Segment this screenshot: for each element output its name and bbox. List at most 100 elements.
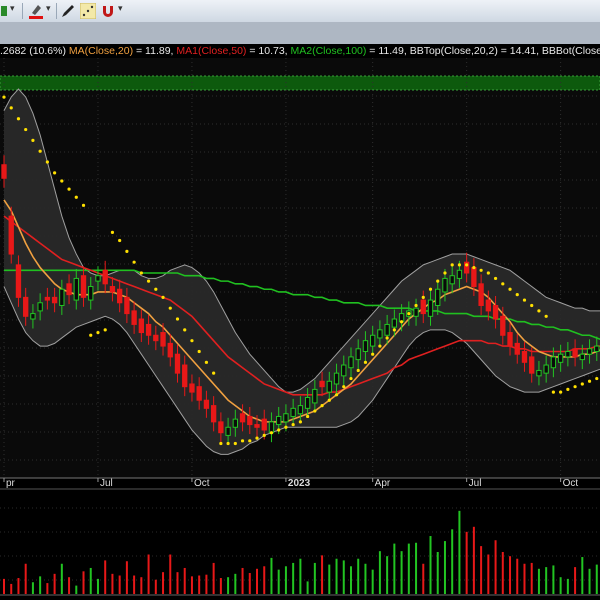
candle-down (44, 296, 51, 301)
candle-down (51, 296, 58, 304)
candle-up (362, 340, 369, 352)
volume-bar-down (169, 554, 172, 594)
candle-up (232, 418, 238, 428)
candle-down (167, 342, 173, 358)
candle-up (449, 275, 455, 285)
candle-down (196, 386, 202, 401)
volume-bar-down (205, 574, 208, 594)
volume-bar-up (299, 558, 302, 594)
volume-bar-up (458, 510, 461, 594)
candle-up (543, 364, 549, 374)
candle-down (174, 353, 181, 374)
candle-down (319, 380, 325, 388)
price-chart[interactable]: pr Jul Oct 2023 Apr Jul Oct (0, 0, 600, 600)
candle-up (557, 353, 564, 363)
sar-dot (16, 117, 21, 121)
candle-down (521, 350, 528, 363)
candle-up (304, 397, 311, 409)
x-tick-label: Apr (375, 478, 391, 489)
volume-bar-up (407, 543, 410, 594)
volume-bar-down (487, 554, 490, 594)
volume-bar-down (530, 562, 533, 594)
sar-dot (139, 271, 143, 275)
candle-up (384, 323, 390, 336)
sar-dot (31, 138, 35, 142)
candle-down (160, 332, 166, 347)
volume-bar-up (75, 585, 78, 594)
sar-dot (38, 149, 42, 153)
candle-up (413, 307, 419, 317)
sar-dot (89, 333, 93, 337)
volume-bar-down (523, 563, 526, 594)
volume-bar-up (364, 563, 367, 594)
candle-down (203, 399, 210, 409)
volume-bar-down (256, 568, 259, 594)
sar-dot (479, 268, 483, 272)
candle-up (377, 329, 383, 339)
sar-dot (508, 287, 512, 291)
sar-dot (291, 422, 295, 427)
candle-down (247, 415, 253, 426)
volume-bar-down (183, 567, 186, 594)
volume-bar-down (241, 567, 244, 594)
x-tick-label: pr (6, 478, 16, 489)
candle-up (333, 372, 340, 385)
candle-up (427, 299, 434, 317)
volume-bar-down (422, 563, 425, 594)
sar-dot (443, 271, 447, 275)
candle-up (290, 407, 296, 417)
candle-up (370, 334, 376, 347)
candle-up (326, 380, 332, 393)
volume-bar-down (465, 531, 468, 594)
x-tick-label: Oct (194, 478, 210, 489)
volume-bar-up (60, 563, 63, 594)
sar-dot (537, 309, 541, 313)
candle-down (145, 323, 152, 336)
candle-down (210, 405, 217, 423)
sar-dot (407, 312, 411, 316)
sar-dot (45, 160, 49, 164)
sar-dot (132, 260, 136, 264)
sar-dot (320, 404, 324, 408)
volume-bar-up (89, 567, 92, 594)
sar-dot (436, 279, 440, 283)
candle-up (283, 413, 289, 423)
candle-down (182, 364, 188, 388)
volume-bar-down (472, 526, 475, 594)
sar-dot (277, 428, 281, 432)
candle-up (456, 269, 463, 279)
sar-dot (363, 360, 368, 364)
sar-dot (313, 409, 317, 413)
volume-bar-down (509, 556, 512, 594)
volume-bar-down (321, 555, 324, 594)
candle-up (579, 353, 585, 361)
volume-bar-up (313, 562, 316, 594)
candle-up (225, 426, 231, 436)
candle-down (23, 296, 29, 317)
volume-bar-up (595, 564, 598, 594)
volume-bar-down (104, 560, 107, 594)
volume-bar-down (3, 578, 5, 594)
volume-bar-down (494, 540, 497, 594)
volume-bar-up (270, 557, 273, 594)
candle-down (116, 288, 123, 304)
volume-bar-up (415, 542, 418, 594)
candle-down (218, 421, 224, 434)
volume-bar-down (162, 572, 165, 594)
sar-dot (168, 306, 172, 310)
sar-dot (566, 387, 570, 391)
sar-dot (559, 390, 563, 394)
volume-bar-down (198, 575, 201, 594)
volume-bar-down (219, 578, 222, 594)
sar-dot (544, 314, 548, 318)
volume-bar-up (349, 566, 352, 594)
sar-dot (530, 303, 534, 308)
candle-up (391, 318, 398, 328)
sar-dot (233, 441, 237, 446)
candle-down (514, 342, 520, 355)
sar-dot (522, 298, 527, 302)
sar-dot (465, 263, 469, 267)
volume-bar-down (133, 575, 136, 594)
volume-bar-up (306, 581, 309, 594)
sar-dot (421, 295, 425, 299)
